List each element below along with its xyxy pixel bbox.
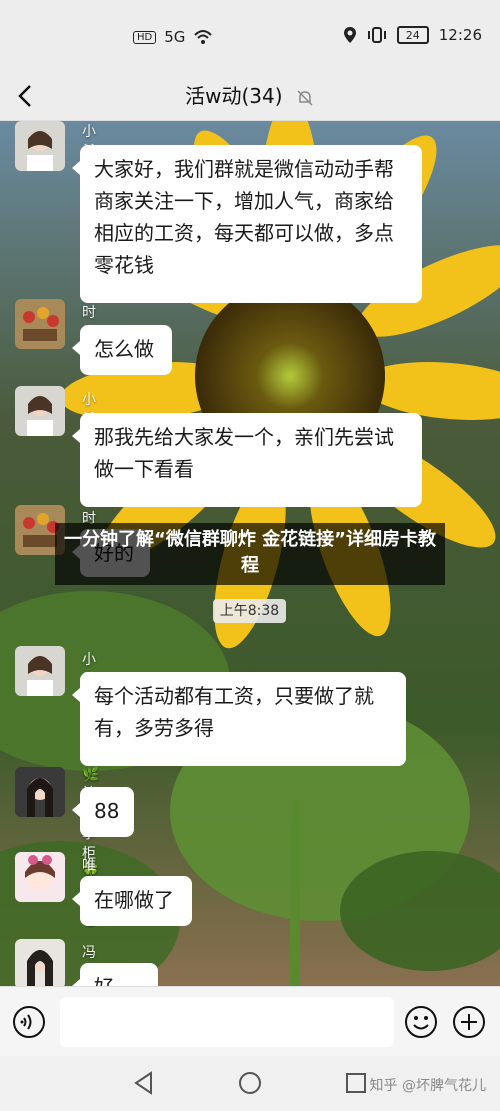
status-indicators: HD 5G <box>133 28 213 46</box>
hd-badge: HD <box>133 30 157 44</box>
message-input[interactable] <box>60 997 394 1047</box>
message-bubble[interactable]: 88 <box>72 787 134 837</box>
avatar[interactable] <box>15 852 65 902</box>
chat-title-wrap: 活w动(34) <box>0 80 500 109</box>
message-bubble[interactable]: 那我先给大家发一个，亲们先尝试做一下看看 <box>72 413 422 507</box>
vibrate-icon <box>367 27 386 43</box>
wifi-icon <box>194 30 213 44</box>
nav-back-icon[interactable] <box>131 1070 157 1096</box>
timestamp-chip: 上午8:38 <box>213 599 286 623</box>
mute-bell-icon <box>297 89 313 106</box>
watermark: 知乎 @坏脾气花儿 <box>369 1078 486 1094</box>
input-bar <box>0 986 500 1057</box>
chat-header: 活w动(34) <box>0 72 500 121</box>
avatar[interactable] <box>15 121 65 171</box>
navigation-bar: 知乎 @坏脾气花儿 <box>0 1056 500 1111</box>
avatar[interactable] <box>15 767 65 817</box>
location-icon <box>343 27 356 43</box>
status-bar: HD 5G 24 12:26 <box>0 0 500 72</box>
chat-title: 活w动(34) <box>185 84 283 108</box>
leaf-emoji-icon: 🌿 <box>82 767 100 783</box>
battery-icon: 24 <box>396 26 429 44</box>
nav-recents-icon[interactable] <box>343 1070 369 1096</box>
video-title-overlay: 一分钟了解“微信群聊炸 金花链接”详细房卡教程 <box>55 523 445 585</box>
message-bubble[interactable]: 怎么做 <box>72 325 172 375</box>
emoji-icon[interactable] <box>404 1005 438 1039</box>
nav-home-icon[interactable] <box>237 1070 263 1096</box>
avatar[interactable] <box>15 646 65 696</box>
clock: 12:26 <box>438 26 482 44</box>
message-bubble[interactable]: 每个活动都有工资，只要做了就有，多劳多得 <box>72 672 406 766</box>
signal-5g: 5G <box>164 28 186 46</box>
message-bubble[interactable]: 好 👏 <box>72 963 158 986</box>
plus-icon[interactable] <box>452 1005 486 1039</box>
avatar[interactable] <box>15 939 65 986</box>
avatar[interactable] <box>15 299 65 349</box>
avatar[interactable] <box>15 386 65 436</box>
voice-icon[interactable] <box>12 1005 46 1039</box>
message-bubble[interactable]: 在哪做了 <box>72 876 192 926</box>
status-right: 24 12:26 <box>343 26 482 44</box>
message-bubble[interactable]: 大家好，我们群就是微信动动手帮商家关注一下，增加人气，商家给相应的工资，每天都可… <box>72 145 422 303</box>
